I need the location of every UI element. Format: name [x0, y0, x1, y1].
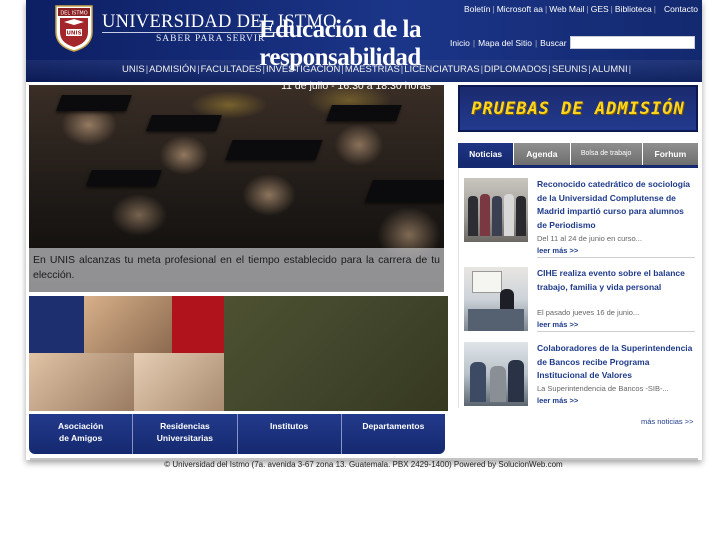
tab-departamentos[interactable]: Departamentos: [342, 414, 445, 454]
read-more-link[interactable]: leer más >>: [537, 320, 578, 329]
tab-label: Departamentos: [362, 421, 425, 431]
news-title[interactable]: Reconocido catedrático de sociología de …: [537, 178, 695, 232]
news-snippet: La Superintendencia de Bancos -SIB-...: [537, 384, 669, 393]
banner-family-photos: [29, 296, 224, 411]
tab-bolsa-trabajo[interactable]: Bolsa de trabajo: [570, 143, 643, 165]
news-divider: [537, 257, 695, 258]
more-news-link[interactable]: más noticias >>: [641, 417, 694, 426]
top-link-microsoft[interactable]: Microsoft aa: [497, 4, 543, 14]
news-tabs: Noticias Agenda Bolsa de trabajo Forhum: [458, 143, 698, 165]
separator: |: [548, 64, 551, 75]
news-thumbnail[interactable]: [464, 267, 528, 331]
news-title[interactable]: Colaboradores de la Superintendencia de …: [537, 342, 695, 383]
tab-residencias[interactable]: Residencias Universitarias: [133, 414, 238, 454]
svg-text:DEL ISTMO: DEL ISTMO: [60, 11, 87, 17]
util-link-mapa[interactable]: Mapa del Sitio: [478, 38, 532, 48]
news-snippet: El pasado jueves 16 de junio...: [537, 308, 640, 317]
tab-label: de Amigos: [59, 433, 103, 443]
banner-title-line1: Educación de la: [259, 16, 421, 43]
admision-banner-text: PRUEBAS DE ADMISIÓN: [471, 98, 685, 119]
nav-item-unis[interactable]: UNIS: [122, 64, 145, 75]
tab-label: Institutos: [270, 421, 309, 431]
hero-caption-box: En UNIS alcanzas tu meta profesional en …: [29, 248, 444, 292]
top-link-ges[interactable]: GES: [591, 4, 609, 14]
photo-block: [172, 296, 224, 353]
top-link-contacto[interactable]: Contacto: [658, 4, 702, 14]
news-divider: [537, 331, 695, 332]
news-thumbnail[interactable]: [464, 342, 528, 406]
page-frame: DEL ISTMO UNIS UNIVERSIDAD DEL ISTMO SAB…: [26, 0, 702, 460]
graduation-cap-shape: [364, 180, 444, 202]
bottom-tab-bar: Asociación de Amigos Residencias Univers…: [29, 414, 445, 454]
nav-item-admision[interactable]: ADMISIÓN: [149, 64, 196, 75]
tab-label: Universitarias: [156, 433, 213, 443]
graduation-cap-shape: [86, 170, 162, 186]
util-link-inicio[interactable]: Inicio: [450, 38, 470, 48]
event-banner[interactable]: [29, 296, 448, 411]
separator: |: [145, 64, 149, 75]
tab-label: Residencias: [160, 421, 210, 431]
separator: |: [534, 38, 538, 48]
hero-caption: En UNIS alcanzas tu meta profesional en …: [33, 254, 440, 281]
graduation-cap-shape: [326, 105, 402, 121]
nav-item-seunis[interactable]: SEUNIS: [552, 64, 587, 75]
top-link-biblioteca[interactable]: Biblioteca: [615, 4, 652, 14]
separator: |: [472, 38, 476, 48]
tab-label: Asociación: [57, 421, 104, 431]
top-link-webmail[interactable]: Web Mail: [549, 4, 584, 14]
tab-forhum[interactable]: Forhum: [642, 143, 698, 165]
tab-agenda[interactable]: Agenda: [514, 143, 571, 165]
graduation-cap-shape: [225, 140, 323, 160]
nav-item-diplomados[interactable]: DIPLOMADOS: [484, 64, 547, 75]
tab-noticias[interactable]: Noticias: [458, 143, 515, 165]
photo-block: [29, 353, 134, 411]
news-panel: Reconocido catedrático de sociología de …: [458, 168, 698, 408]
banner-title-line2: responsabilidad: [259, 44, 421, 71]
news-snippet: Del 11 al 24 de junio en curso...: [537, 234, 642, 243]
graduation-cap-shape: [146, 115, 222, 131]
footer-text: © Universidad del Istmo (7a. avenida 3-6…: [164, 460, 563, 469]
search-input[interactable]: [570, 36, 695, 49]
read-more-link[interactable]: leer más >>: [537, 246, 578, 255]
photo-block: [84, 296, 172, 353]
tab-asociacion-amigos[interactable]: Asociación de Amigos: [29, 414, 134, 454]
top-links-bar: Boletín | Microsoft aa | Web Mail | GES …: [464, 4, 702, 14]
photo-block: [134, 353, 224, 411]
separator: |: [628, 64, 632, 75]
separator: |: [588, 64, 591, 75]
news-thumbnail[interactable]: [464, 178, 528, 242]
university-crest-logo[interactable]: DEL ISTMO UNIS: [54, 4, 94, 52]
top-link-boletin[interactable]: Boletín: [464, 4, 490, 14]
util-link-buscar[interactable]: Buscar: [540, 38, 566, 48]
graduation-cap-shape: [56, 95, 132, 111]
banner-background: [224, 296, 448, 411]
admision-banner[interactable]: PRUEBAS DE ADMISIÓN: [458, 85, 698, 132]
photo-block: [29, 296, 84, 353]
svg-text:UNIS: UNIS: [66, 31, 81, 37]
tab-institutos[interactable]: Institutos: [238, 414, 342, 454]
separator: |: [197, 64, 200, 75]
separator: |: [480, 64, 484, 75]
banner-date: 11 de julio - 16:30 a 18:30 horas: [281, 80, 431, 92]
banner-title: Educación de la responsabilidad: [240, 16, 440, 72]
news-title[interactable]: CIHE realiza evento sobre el balance tra…: [537, 267, 695, 294]
utility-links: Inicio | Mapa del Sitio | Buscar: [450, 38, 567, 48]
read-more-link[interactable]: leer más >>: [537, 396, 578, 405]
nav-item-alumni[interactable]: ALUMNI: [592, 64, 628, 75]
hero-graduation-photo[interactable]: En UNIS alcanzas tu meta profesional en …: [29, 85, 444, 292]
